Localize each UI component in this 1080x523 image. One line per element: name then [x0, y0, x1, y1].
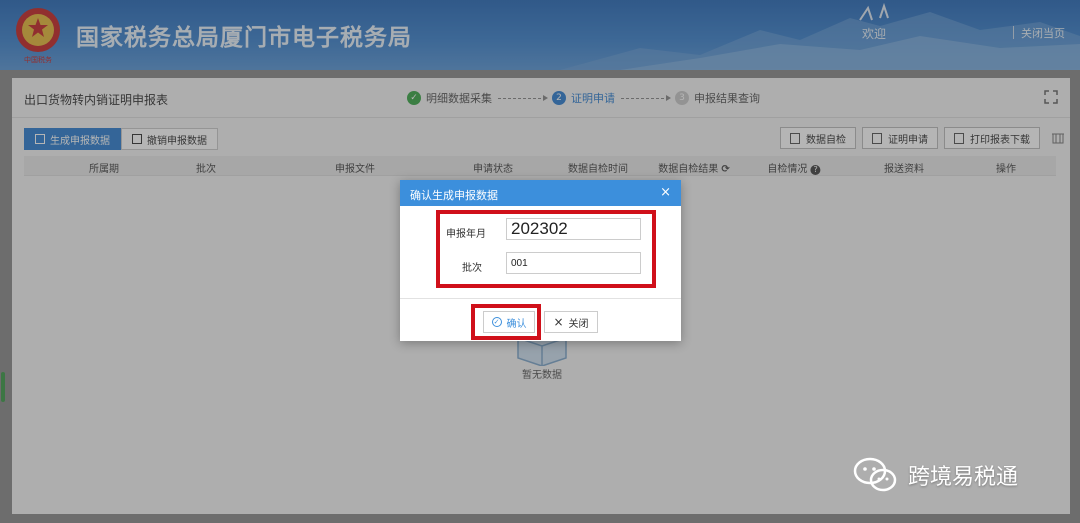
close-button[interactable]: × 关闭: [544, 311, 598, 333]
highlight-fields-box: [436, 210, 656, 288]
highlight-confirm-box: [471, 304, 541, 340]
wechat-icon: [853, 457, 897, 492]
watermark: 跨境易税通: [852, 457, 1018, 493]
close-icon[interactable]: ×: [660, 185, 671, 200]
watermark-text: 跨境易税通: [908, 465, 1019, 490]
dialog-divider: [400, 298, 681, 299]
close-label: 关闭: [568, 318, 589, 330]
close-x-icon: ×: [553, 315, 564, 329]
dialog-header: 确认生成申报数据 ×: [400, 180, 681, 206]
dialog-title: 确认生成申报数据: [410, 189, 498, 202]
